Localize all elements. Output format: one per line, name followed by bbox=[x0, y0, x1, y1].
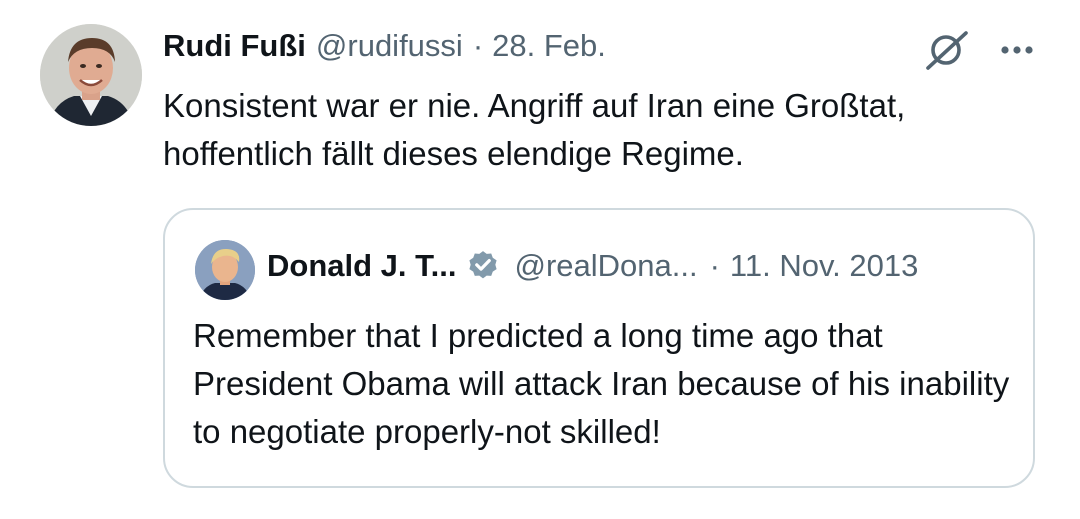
verified-badge-icon bbox=[469, 251, 498, 279]
tweet[interactable]: Rudi Fußi @rudifussi · 28. Feb. Konsiste… bbox=[0, 0, 1080, 519]
separator-dot: · bbox=[472, 28, 484, 63]
avatar-photo bbox=[40, 24, 142, 126]
tweet-header: Rudi Fußi @rudifussi · 28. Feb. bbox=[163, 28, 606, 72]
quoted-tweet[interactable]: Donald J. T... @realDona... · 11. Nov. 2… bbox=[163, 208, 1035, 488]
quoted-author-name[interactable]: Donald J. T... bbox=[267, 248, 456, 284]
quoted-tweet-text: Remember that I predicted a long time ag… bbox=[193, 317, 1010, 450]
quoted-avatar-photo bbox=[195, 240, 255, 300]
quoted-tweet-date[interactable]: 11. Nov. 2013 bbox=[730, 248, 918, 284]
quoted-separator-dot: · bbox=[709, 248, 720, 283]
more-icon[interactable] bbox=[995, 38, 1039, 62]
tweet-text: Konsistent war er nie. Angriff auf Iran … bbox=[163, 87, 906, 172]
quoted-avatar[interactable] bbox=[195, 240, 255, 300]
tweet-date[interactable]: 28. Feb. bbox=[492, 28, 606, 64]
grok-icon[interactable] bbox=[924, 30, 970, 70]
quoted-author-handle[interactable]: @realDona... bbox=[514, 248, 697, 284]
author-name[interactable]: Rudi Fußi bbox=[163, 28, 306, 64]
quoted-header: Donald J. T... @realDona... · 11. Nov. 2… bbox=[267, 248, 918, 284]
avatar[interactable] bbox=[40, 24, 142, 126]
author-handle[interactable]: @rudifussi bbox=[316, 28, 463, 64]
